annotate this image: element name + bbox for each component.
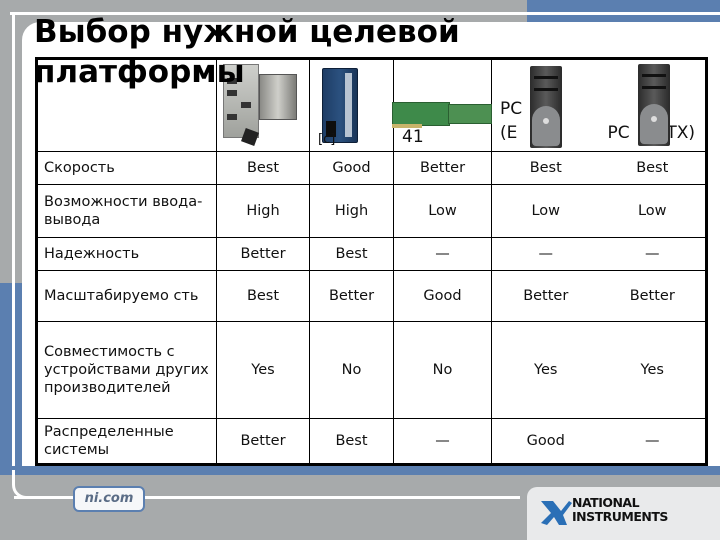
cell-value: High [216, 184, 310, 238]
cell-value: Yes [491, 321, 600, 419]
brand-name: NATIONAL INSTRUMENTS [572, 496, 668, 524]
cell-value: Better [216, 418, 310, 465]
frame-bottom-blue [0, 466, 720, 475]
cell-value: Better [309, 270, 394, 322]
header-label-crio: [c] [318, 132, 336, 147]
frame-left-gray [0, 0, 22, 283]
frame-top-blue-band [527, 15, 720, 22]
cell-value: Best [599, 151, 707, 185]
cell-value: Better [393, 151, 492, 185]
cell-value: Yes [216, 321, 310, 419]
table-row: Распределенные системы Better Best — Goo… [36, 418, 707, 465]
table-row: Скорость Best Good Better Best Best [36, 151, 707, 185]
header-label-pc1-line2: (E [500, 123, 518, 143]
cell-value: No [393, 321, 492, 419]
frame-left-rule [12, 14, 15, 484]
cell-value: Better [216, 237, 310, 271]
desktop-tower-image [637, 64, 670, 146]
cell-value: Good [491, 418, 600, 465]
slide-title: Выбор нужной целевой платформы [34, 14, 460, 90]
desktop-tower-image [530, 66, 562, 148]
cell-value: Best [309, 418, 394, 465]
cell-value: No [309, 321, 394, 419]
table-row: Надежность Better Best — — — [36, 237, 707, 271]
cell-value: High [309, 184, 394, 238]
national-instruments-logo-icon [541, 501, 572, 525]
cell-value: — [393, 418, 492, 465]
brand-line-1: NATIONAL [572, 495, 640, 510]
header-label-pc1-line1: PC [500, 99, 523, 119]
cell-value: Best [216, 270, 310, 322]
cell-value: Good [393, 270, 492, 322]
cell-value: — [599, 418, 707, 465]
cell-value: Better [491, 270, 600, 322]
row-label: Масштабируемо сть [36, 270, 217, 322]
frame-left-blue [0, 283, 22, 473]
cell-value: — [599, 237, 707, 271]
header-cell-pc-1: PC (E [491, 58, 600, 152]
row-label: Распределенные системы [36, 418, 217, 465]
header-label-pc2-right: TX) [666, 123, 695, 143]
row-label: Возможности ввода-вывода [36, 184, 217, 238]
cell-value: Yes [599, 321, 707, 419]
cell-value: Low [599, 184, 707, 238]
cell-value: — [393, 237, 492, 271]
header-label-pc2-left: PC [607, 123, 630, 143]
table-row: Совместимость с устройствами других прои… [36, 321, 707, 419]
header-label-pci: 41 [402, 127, 424, 147]
brand-line-2: INSTRUMENTS [572, 509, 668, 524]
cell-value: Low [491, 184, 600, 238]
cell-value: Best [309, 237, 394, 271]
row-label: Надежность [36, 237, 217, 271]
cell-value: Best [216, 151, 310, 185]
cell-value: Best [491, 151, 600, 185]
cell-value: Better [599, 270, 707, 322]
cell-value: Good [309, 151, 394, 185]
table-row: Масштабируемо сть Best Better Good Bette… [36, 270, 707, 322]
cell-value: Low [393, 184, 492, 238]
row-label: Скорость [36, 151, 217, 185]
platform-comparison-table: [c] 41 PC (E PC TX) Скорость Best Good B… [35, 57, 708, 466]
cell-value: — [491, 237, 600, 271]
header-cell-pc-2: PC TX) [599, 58, 707, 152]
row-label: Совместимость с устройствами других прои… [36, 321, 217, 419]
table-row: Возможности ввода-вывода High High Low L… [36, 184, 707, 238]
ni-com-link[interactable]: ni.com [73, 486, 145, 512]
